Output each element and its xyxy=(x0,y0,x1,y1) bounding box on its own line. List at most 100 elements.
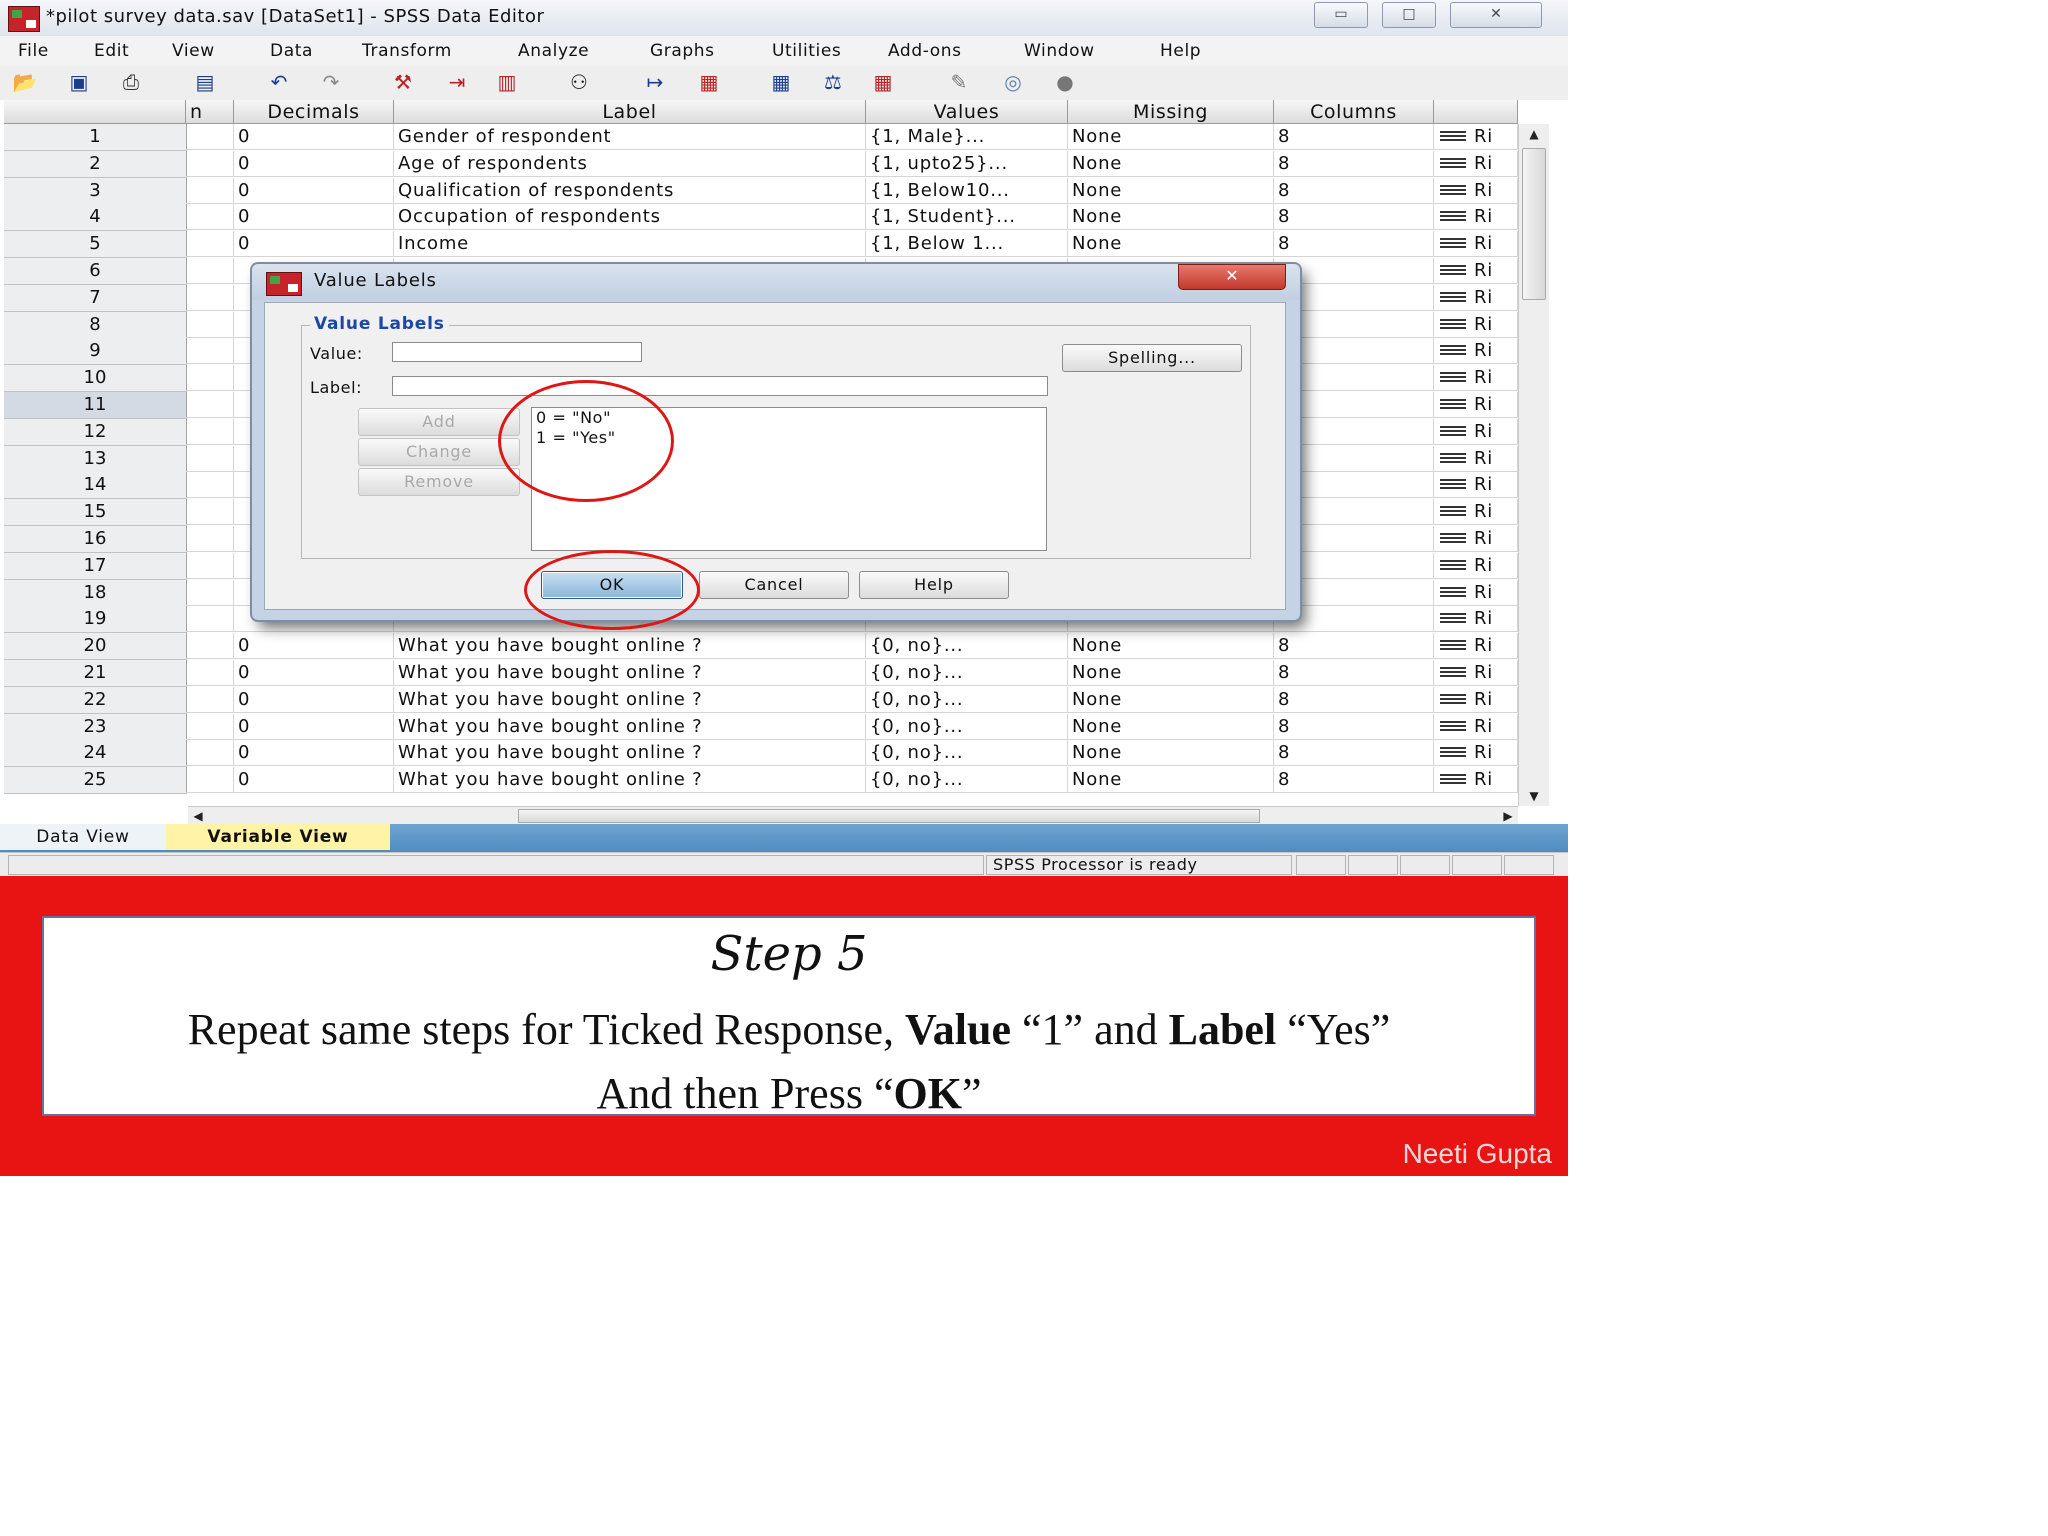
row-number[interactable]: 19 xyxy=(4,606,187,634)
cell-label[interactable]: What you have bought online ? xyxy=(394,713,866,740)
cell-label[interactable]: Qualification of respondents xyxy=(394,177,866,204)
variables-icon[interactable]: ▥ xyxy=(494,70,520,94)
table-row[interactable]: 21 0 What you have bought online ? {0, no}.… xyxy=(0,660,1520,687)
redo-icon[interactable]: ↷ xyxy=(318,70,344,94)
dialog-close-button[interactable]: ✕ xyxy=(1178,264,1286,290)
table-row[interactable]: 25 0 What you have bought online ? {0, no}.… xyxy=(0,767,1520,795)
row-number[interactable]: 18 xyxy=(4,579,187,607)
change-button[interactable]: Change xyxy=(358,438,520,466)
cell-align[interactable]: Ri xyxy=(1434,365,1518,392)
cell-missing[interactable]: None xyxy=(1068,713,1274,740)
cell-width[interactable] xyxy=(186,713,234,740)
cell-label[interactable]: Age of respondents xyxy=(394,150,866,177)
cell-columns[interactable]: 8 xyxy=(1274,686,1434,713)
cell-width[interactable] xyxy=(186,150,234,177)
table-row[interactable]: 24 0 What you have bought online ? {0, no}.… xyxy=(0,740,1520,768)
cell-align[interactable]: Ri xyxy=(1434,552,1518,579)
find-icon[interactable]: ⚇ xyxy=(566,70,592,94)
spell-icon[interactable]: ● xyxy=(1052,70,1078,94)
cell-width[interactable] xyxy=(186,284,234,311)
row-number[interactable]: 4 xyxy=(4,204,187,232)
cell-missing[interactable]: None xyxy=(1068,633,1274,660)
row-number[interactable]: 11 xyxy=(4,392,187,419)
close-button[interactable]: ✕ xyxy=(1450,2,1542,28)
cell-decimals[interactable]: 0 xyxy=(234,204,394,231)
menu-transform[interactable]: Transform xyxy=(362,41,452,61)
cell-values[interactable]: {1, Male}... xyxy=(866,124,1068,150)
cell-align[interactable]: Ri xyxy=(1434,713,1518,740)
cell-missing[interactable]: None xyxy=(1068,767,1274,794)
cell-width[interactable] xyxy=(186,633,234,660)
cell-align[interactable]: Ri xyxy=(1434,660,1518,686)
cell-columns[interactable]: 8 xyxy=(1274,767,1434,794)
scroll-down-arrow-icon[interactable]: ▼ xyxy=(1519,786,1549,806)
scroll-left-arrow-icon[interactable]: ◀ xyxy=(188,807,208,825)
cell-width[interactable] xyxy=(186,606,234,633)
label-input[interactable] xyxy=(392,376,1048,396)
cell-decimals[interactable]: 0 xyxy=(234,231,394,258)
cell-missing[interactable]: None xyxy=(1068,124,1274,150)
cell-width[interactable] xyxy=(186,472,234,499)
cell-missing[interactable]: None xyxy=(1068,660,1274,686)
cell-width[interactable] xyxy=(186,311,234,338)
cell-columns[interactable]: 8 xyxy=(1274,660,1434,686)
row-number[interactable]: 25 xyxy=(4,767,187,795)
header-missing[interactable]: Missing xyxy=(1068,100,1274,124)
cell-align[interactable]: Ri xyxy=(1434,124,1518,150)
split-file-icon[interactable]: ▦ xyxy=(696,70,722,94)
header-decimals[interactable]: Decimals xyxy=(234,100,394,124)
cell-align[interactable]: Ri xyxy=(1434,472,1518,499)
table-row[interactable]: 1 0 Gender of respondent {1, Male}... None 8 R… xyxy=(0,124,1520,151)
cell-values[interactable]: {1, Below10... xyxy=(866,177,1068,204)
value-labels-icon[interactable]: ▦ xyxy=(870,70,896,94)
row-number[interactable]: 10 xyxy=(4,365,187,393)
cell-align[interactable]: Ri xyxy=(1434,150,1518,177)
cell-align[interactable]: Ri xyxy=(1434,606,1518,633)
header-align[interactable] xyxy=(1434,100,1518,124)
table-row[interactable]: 22 0 What you have bought online ? {0, no}.… xyxy=(0,686,1520,714)
table-row[interactable]: 23 0 What you have bought online ? {0, no}.… xyxy=(0,713,1520,741)
cell-width[interactable] xyxy=(186,686,234,713)
row-number[interactable]: 21 xyxy=(4,660,187,687)
cell-width[interactable] xyxy=(186,204,234,231)
row-number[interactable]: 12 xyxy=(4,418,187,446)
cell-width[interactable] xyxy=(186,177,234,204)
row-number[interactable]: 16 xyxy=(4,526,187,553)
cell-missing[interactable]: None xyxy=(1068,204,1274,231)
cell-columns[interactable]: 8 xyxy=(1274,633,1434,660)
menu-help[interactable]: Help xyxy=(1160,41,1201,61)
tab-data-view[interactable]: Data View xyxy=(0,824,166,850)
cell-label[interactable]: What you have bought online ? xyxy=(394,633,866,660)
vertical-scrollbar[interactable]: ▲ ▼ xyxy=(1518,124,1549,806)
menu-add-ons[interactable]: Add-ons xyxy=(888,41,962,61)
cell-width[interactable] xyxy=(186,231,234,258)
dialog-recall-icon[interactable]: ▤ xyxy=(192,70,218,94)
row-number[interactable]: 5 xyxy=(4,231,187,259)
cell-width[interactable] xyxy=(186,579,234,606)
cell-decimals[interactable]: 0 xyxy=(234,150,394,177)
menu-file[interactable]: File xyxy=(18,41,49,61)
row-number[interactable]: 15 xyxy=(4,499,187,527)
row-number[interactable]: 17 xyxy=(4,552,187,580)
cell-align[interactable]: Ri xyxy=(1434,284,1518,311)
cancel-button[interactable]: Cancel xyxy=(699,571,849,599)
open-folder-icon[interactable]: 📂 xyxy=(12,70,38,94)
cell-label[interactable]: What you have bought online ? xyxy=(394,740,866,767)
cell-align[interactable]: Ri xyxy=(1434,633,1518,660)
cell-decimals[interactable]: 0 xyxy=(234,660,394,686)
cell-label[interactable]: Occupation of respondents xyxy=(394,204,866,231)
cell-decimals[interactable]: 0 xyxy=(234,713,394,740)
menu-window[interactable]: Window xyxy=(1024,41,1095,61)
header-width[interactable]: n xyxy=(186,100,234,124)
cell-columns[interactable]: 8 xyxy=(1274,124,1434,150)
header-label[interactable]: Label xyxy=(394,100,866,124)
header-values[interactable]: Values xyxy=(866,100,1068,124)
cell-width[interactable] xyxy=(186,124,234,150)
cell-align[interactable]: Ri xyxy=(1434,499,1518,526)
weight-cases-icon[interactable]: ⚖ xyxy=(820,70,846,94)
goto-case-icon[interactable]: ⚒ xyxy=(390,70,416,94)
cell-values[interactable]: {1, Student}... xyxy=(866,204,1068,231)
cell-missing[interactable]: None xyxy=(1068,740,1274,767)
use-sets-icon[interactable]: ✎ xyxy=(946,70,972,94)
cell-decimals[interactable]: 0 xyxy=(234,124,394,150)
